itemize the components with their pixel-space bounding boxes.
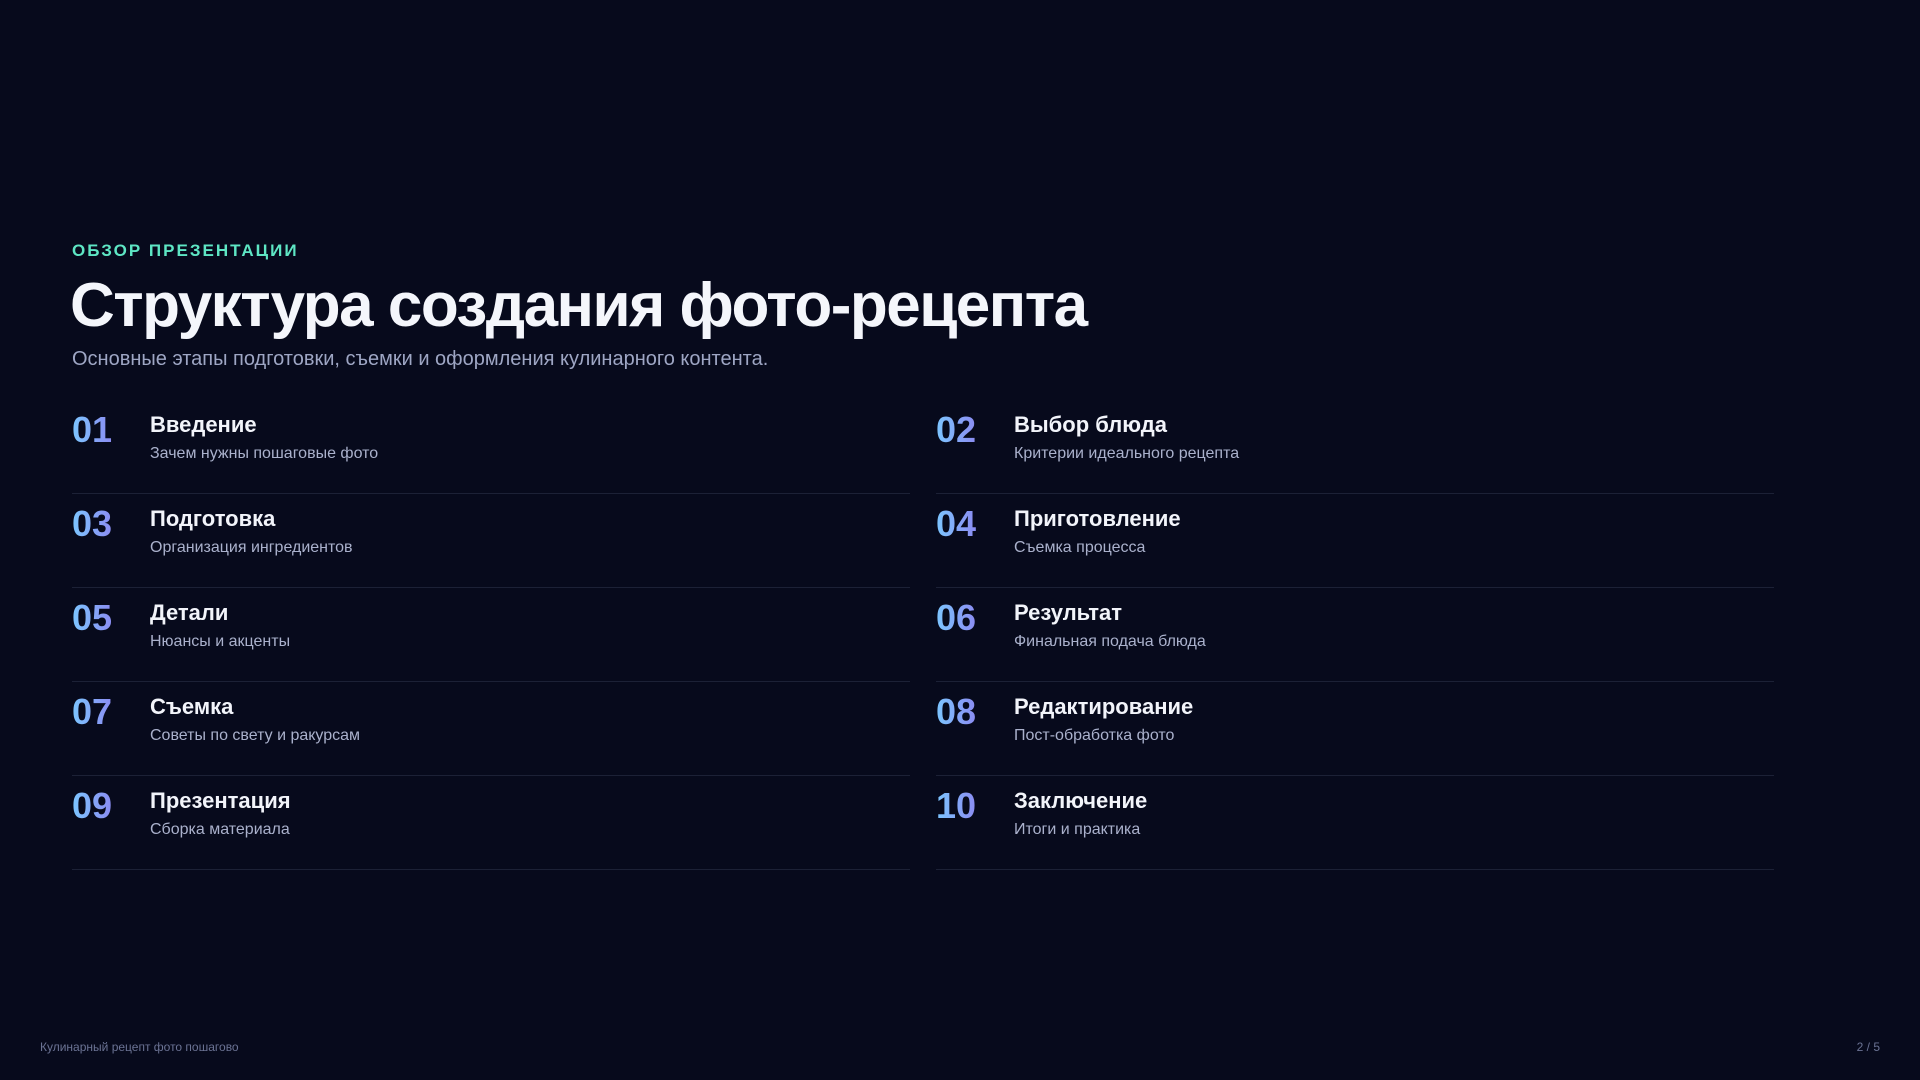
page-indicator: 2 / 5	[1856, 1040, 1880, 1054]
agenda-item-description: Итоги и практика	[1014, 821, 1141, 838]
agenda-item-number: 07	[72, 691, 113, 732]
agenda-item-description: Критерии идеального рецепта	[1014, 445, 1240, 462]
agenda-item-description: Зачем нужны пошаговые фото	[150, 445, 379, 462]
agenda-item-title: Съемка	[150, 694, 234, 719]
agenda-item-description: Советы по свету и ракурсам	[150, 727, 361, 744]
slide: ОБЗОР ПРЕЗЕНТАЦИИ Структура создания фот…	[0, 0, 1920, 1080]
agenda-item-description: Нюансы и акценты	[150, 633, 291, 650]
agenda-item-number: 08	[936, 691, 977, 732]
agenda-item-number: 03	[72, 503, 113, 544]
footer-deck-title: Кулинарный рецепт фото пошагово	[40, 1040, 239, 1054]
agenda-item-title: Выбор блюда	[1014, 412, 1167, 437]
agenda-item-title: Введение	[150, 412, 257, 437]
agenda-item: 03 Подготовка Организация ингредиентов	[72, 494, 910, 588]
agenda-item: 09 Презентация Сборка материала	[72, 776, 910, 870]
agenda-item-description: Финальная подача блюда	[1014, 633, 1206, 650]
agenda-item-number: 05	[72, 597, 113, 638]
agenda-item-title: Результат	[1014, 600, 1123, 625]
slide-subtitle: Основные этапы подготовки, съемки и офор…	[72, 348, 769, 370]
agenda-item-description: Съемка процесса	[1014, 539, 1146, 556]
agenda-item-number: 10	[936, 785, 977, 826]
agenda-item-number: 01	[72, 409, 113, 450]
agenda-item: 04 Приготовление Съемка процесса	[936, 494, 1774, 588]
agenda-item-title: Приготовление	[1014, 506, 1181, 531]
agenda-item: 07 Съемка Советы по свету и ракурсам	[72, 682, 910, 776]
agenda-item: 06 Результат Финальная подача блюда	[936, 588, 1774, 682]
agenda-item: 10 Заключение Итоги и практика	[936, 776, 1774, 870]
section-eyebrow: ОБЗОР ПРЕЗЕНТАЦИИ	[72, 241, 299, 260]
agenda-item-number: 02	[936, 409, 977, 450]
agenda-item: 05 Детали Нюансы и акценты	[72, 588, 910, 682]
agenda-item-title: Заключение	[1014, 788, 1148, 813]
agenda-item: 02 Выбор блюда Критерии идеального рецеп…	[936, 400, 1774, 494]
slide-title: Структура создания фото-рецепта	[70, 271, 1088, 340]
agenda-item-title: Подготовка	[150, 506, 276, 531]
agenda-item-number: 09	[72, 785, 113, 826]
agenda-item-number: 04	[936, 503, 977, 544]
agenda-item-description: Организация ингредиентов	[150, 539, 353, 556]
agenda-item: 08 Редактирование Пост-обработка фото	[936, 682, 1774, 776]
agenda-item-number: 06	[936, 597, 977, 638]
agenda-item-title: Редактирование	[1014, 694, 1194, 719]
agenda-item: 01 Введение Зачем нужны пошаговые фото	[72, 400, 910, 494]
agenda-item-description: Сборка материала	[150, 821, 290, 838]
agenda-grid: 01 Введение Зачем нужны пошаговые фото 0…	[72, 400, 1774, 870]
agenda-item-title: Презентация	[150, 788, 291, 813]
agenda-item-description: Пост-обработка фото	[1014, 727, 1175, 744]
agenda-item-title: Детали	[150, 600, 229, 625]
